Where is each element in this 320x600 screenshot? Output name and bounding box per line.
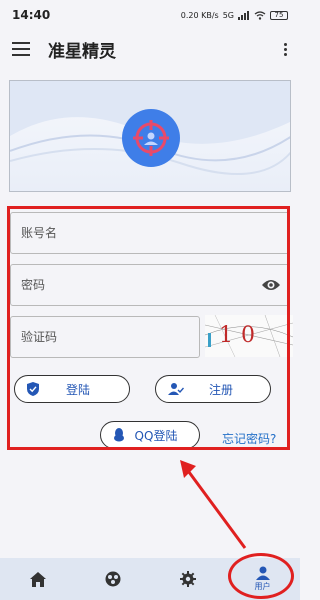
nav-community[interactable] (75, 558, 150, 600)
app-bar: 准星精灵 (0, 30, 300, 68)
qq-login-label: QQ登陆 (134, 428, 178, 443)
battery-icon: 75 (270, 10, 288, 20)
captcha-code: 10 (219, 323, 263, 348)
net-speed: 0.20 KB/s (180, 10, 219, 20)
forgot-password-link[interactable]: 忘记密码? (222, 430, 276, 447)
status-time: 14:40 (12, 8, 51, 22)
bottom-nav: 用户 (0, 558, 300, 600)
more-options-icon[interactable] (282, 42, 288, 56)
app-logo (122, 109, 180, 167)
qq-login-button[interactable]: QQ登陆 (100, 421, 200, 449)
header-banner (9, 80, 291, 192)
app-title: 准星精灵 (48, 41, 116, 62)
nav-home[interactable] (0, 558, 75, 600)
password-input[interactable] (21, 278, 279, 292)
username-input[interactable] (21, 226, 279, 240)
user-check-icon (168, 383, 184, 395)
eye-visibility-icon[interactable] (261, 278, 281, 292)
captcha-field[interactable] (10, 316, 200, 358)
home-icon (29, 571, 46, 587)
register-button[interactable]: 注册 (155, 375, 271, 403)
captcha-image[interactable]: 10 (205, 315, 293, 357)
password-field[interactable] (10, 264, 290, 306)
nav-user[interactable]: 用户 (225, 558, 300, 600)
nav-settings[interactable] (150, 558, 225, 600)
register-label: 注册 (208, 382, 233, 397)
signal-icon (238, 10, 249, 20)
menu-icon[interactable] (12, 42, 30, 56)
community-icon (105, 571, 120, 587)
nav-user-label: 用户 (254, 582, 271, 591)
login-button[interactable]: 登陆 (14, 375, 130, 403)
crosshair-icon (133, 120, 169, 156)
login-label: 登陆 (65, 382, 90, 397)
settings-gear-icon (179, 571, 196, 587)
qq-penguin-icon (114, 428, 124, 442)
wifi-icon (254, 10, 266, 20)
shield-check-icon (27, 382, 39, 396)
status-bar: 14:40 0.20 KB/s 5G 75 (0, 0, 300, 30)
user-icon (255, 566, 270, 580)
username-field[interactable] (10, 212, 290, 254)
status-icons: 0.20 KB/s 5G 75 (180, 10, 288, 20)
network-type: 5G (222, 10, 234, 20)
captcha-input[interactable] (21, 330, 189, 344)
